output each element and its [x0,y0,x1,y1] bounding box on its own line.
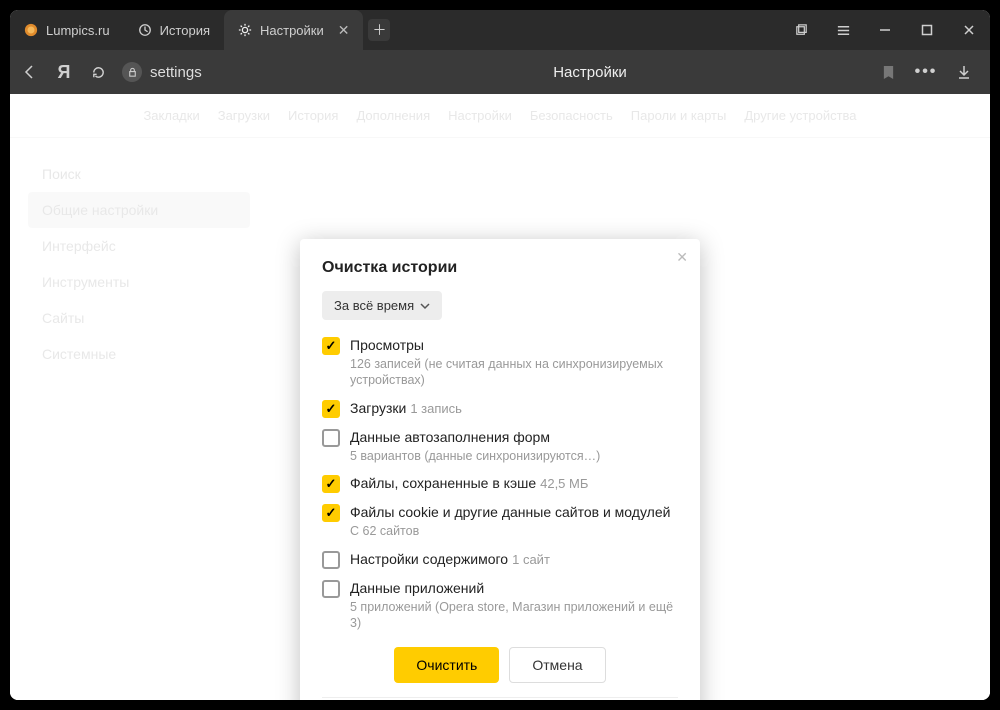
option-label: Данные приложений [350,580,484,596]
option-label: Файлы cookie и другие данные сайтов и мо… [350,504,670,520]
collections-icon[interactable] [780,10,822,50]
dialog-footnote: Некоторые данные (например, история запр… [322,697,678,700]
option-subtext: 126 записей (не считая данных на синхрон… [350,356,678,389]
time-range-label: За всё время [334,298,414,313]
window-close-button[interactable] [948,10,990,50]
history-icon [138,23,152,37]
site-info-icon[interactable] [122,62,142,82]
option-hint: 42,5 МБ [540,476,588,491]
clear-option: Файлы, сохраненные в кэше 42,5 МБ [322,474,678,493]
tab-label: Настройки [260,23,324,38]
planet-icon [24,23,38,37]
option-label: Загрузки [350,400,406,416]
url-text: settings [150,64,202,81]
checkbox[interactable] [322,400,340,418]
option-hint: 1 сайт [512,552,550,567]
new-tab-button[interactable]: ＋ [363,10,395,50]
tab-label: История [160,23,210,38]
window-maximize-button[interactable] [906,10,948,50]
clear-option: Настройки содержимого 1 сайт [322,550,678,569]
option-label: Файлы, сохраненные в кэше [350,475,536,491]
menu-icon[interactable] [822,10,864,50]
clear-button[interactable]: Очистить [394,647,499,683]
checkbox[interactable] [322,429,340,447]
download-icon[interactable] [954,62,974,82]
reload-button[interactable] [88,62,108,82]
page-title: Настройки [316,64,864,81]
option-label: Настройки содержимого [350,551,508,567]
checkbox[interactable] [322,337,340,355]
clear-option: Просмотры 126 записей (не считая данных н… [322,336,678,389]
dialog-title: Очистка истории [322,259,678,277]
page-content: ЗакладкиЗагрузкиИсторияДополненияНастрой… [10,94,990,700]
more-icon[interactable]: ••• [916,62,936,82]
clear-option: Данные автозаполнения форм 5 вариантов (д… [322,428,678,464]
checkbox[interactable] [322,475,340,493]
clear-history-dialog: ✕ Очистка истории За всё время Просмотры… [300,239,700,700]
back-button[interactable] [20,62,40,82]
bookmark-icon[interactable] [878,62,898,82]
window-minimize-button[interactable] [864,10,906,50]
close-tab-icon[interactable]: ✕ [338,22,350,39]
option-label: Данные автозаполнения форм [350,429,550,445]
yandex-home-icon[interactable]: Я [54,62,74,82]
checkbox[interactable] [322,580,340,598]
address-field[interactable]: settings [122,62,302,82]
cancel-button[interactable]: Отмена [509,647,605,683]
option-subtext: 5 приложений (Opera store, Магазин прило… [350,599,678,632]
clear-option: Загрузки 1 запись [322,399,678,418]
checkbox[interactable] [322,504,340,522]
option-subtext: 5 вариантов (данные синхронизируются…) [350,448,600,464]
tab-history[interactable]: История [124,10,224,50]
option-label: Просмотры [350,337,424,353]
clear-option: Данные приложений 5 приложений (Opera sto… [322,579,678,632]
clear-option: Файлы cookie и другие данные сайтов и мо… [322,503,678,539]
checkbox[interactable] [322,551,340,569]
time-range-dropdown[interactable]: За всё время [322,291,442,320]
chevron-down-icon [420,301,430,311]
address-bar: Я settings Настройки ••• [10,50,990,94]
option-hint: 1 запись [410,401,462,416]
tab-lumpics[interactable]: Lumpics.ru [10,10,124,50]
titlebar: Lumpics.ru История Настройки ✕ ＋ [10,10,990,50]
tab-settings[interactable]: Настройки ✕ [224,10,363,50]
dialog-close-button[interactable]: ✕ [676,249,688,266]
gear-icon [238,23,252,37]
option-subtext: С 62 сайтов [350,523,670,539]
tab-label: Lumpics.ru [46,23,110,38]
